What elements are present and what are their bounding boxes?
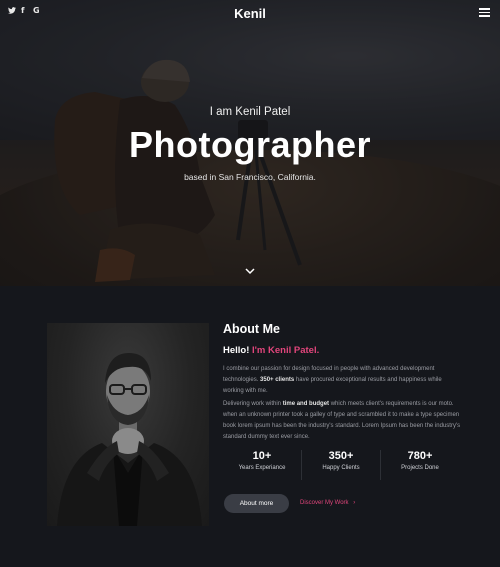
hero-subtitle: based in San Francisco, California. xyxy=(184,172,316,182)
hero-intro: I am Kenil Patel xyxy=(209,106,291,118)
about-paragraph-1: I combine our passion for design focused… xyxy=(223,364,463,397)
discover-work-link[interactable]: Discover My Work › xyxy=(300,494,355,513)
discover-label: Discover My Work xyxy=(300,500,349,506)
stat-years: 10+ Years Experiance xyxy=(223,450,301,480)
stat-number: 350+ xyxy=(328,450,354,462)
stat-label: Happy Clients xyxy=(322,465,360,471)
stat-number: 10+ xyxy=(252,450,272,462)
chevron-right-icon: › xyxy=(353,500,356,506)
para2-text-a: Delivering work within xyxy=(223,401,282,407)
hero-section: f G Kenil I am Kenil Patel Photographer … xyxy=(0,0,500,286)
about-hello: Hello! I'm Kenil Patel. xyxy=(223,345,319,356)
hello-prefix: Hello! xyxy=(223,345,250,356)
hero-title: Photographer xyxy=(128,124,371,165)
menu-icon[interactable] xyxy=(479,8,490,17)
about-more-button[interactable]: About more xyxy=(224,494,289,513)
stat-number: 780+ xyxy=(407,450,433,462)
stat-projects: 780+ Projects Done xyxy=(380,450,459,480)
stat-label: Projects Done xyxy=(401,465,439,471)
profile-photo xyxy=(47,323,209,526)
stat-clients: 350+ Happy Clients xyxy=(301,450,380,480)
para1-highlight: 350+ clients xyxy=(260,377,295,383)
about-heading: About Me xyxy=(223,322,280,336)
stats-row: 10+ Years Experiance 350+ Happy Clients … xyxy=(223,450,459,480)
stat-label: Years Experiance xyxy=(238,465,286,471)
brand-logo[interactable]: Kenil xyxy=(0,6,500,21)
about-paragraph-2: Delivering work within time and budget w… xyxy=(223,399,463,443)
para2-highlight: time and budget xyxy=(282,401,330,407)
hello-name: I'm Kenil Patel. xyxy=(252,345,320,356)
chevron-down-icon[interactable] xyxy=(244,266,256,276)
